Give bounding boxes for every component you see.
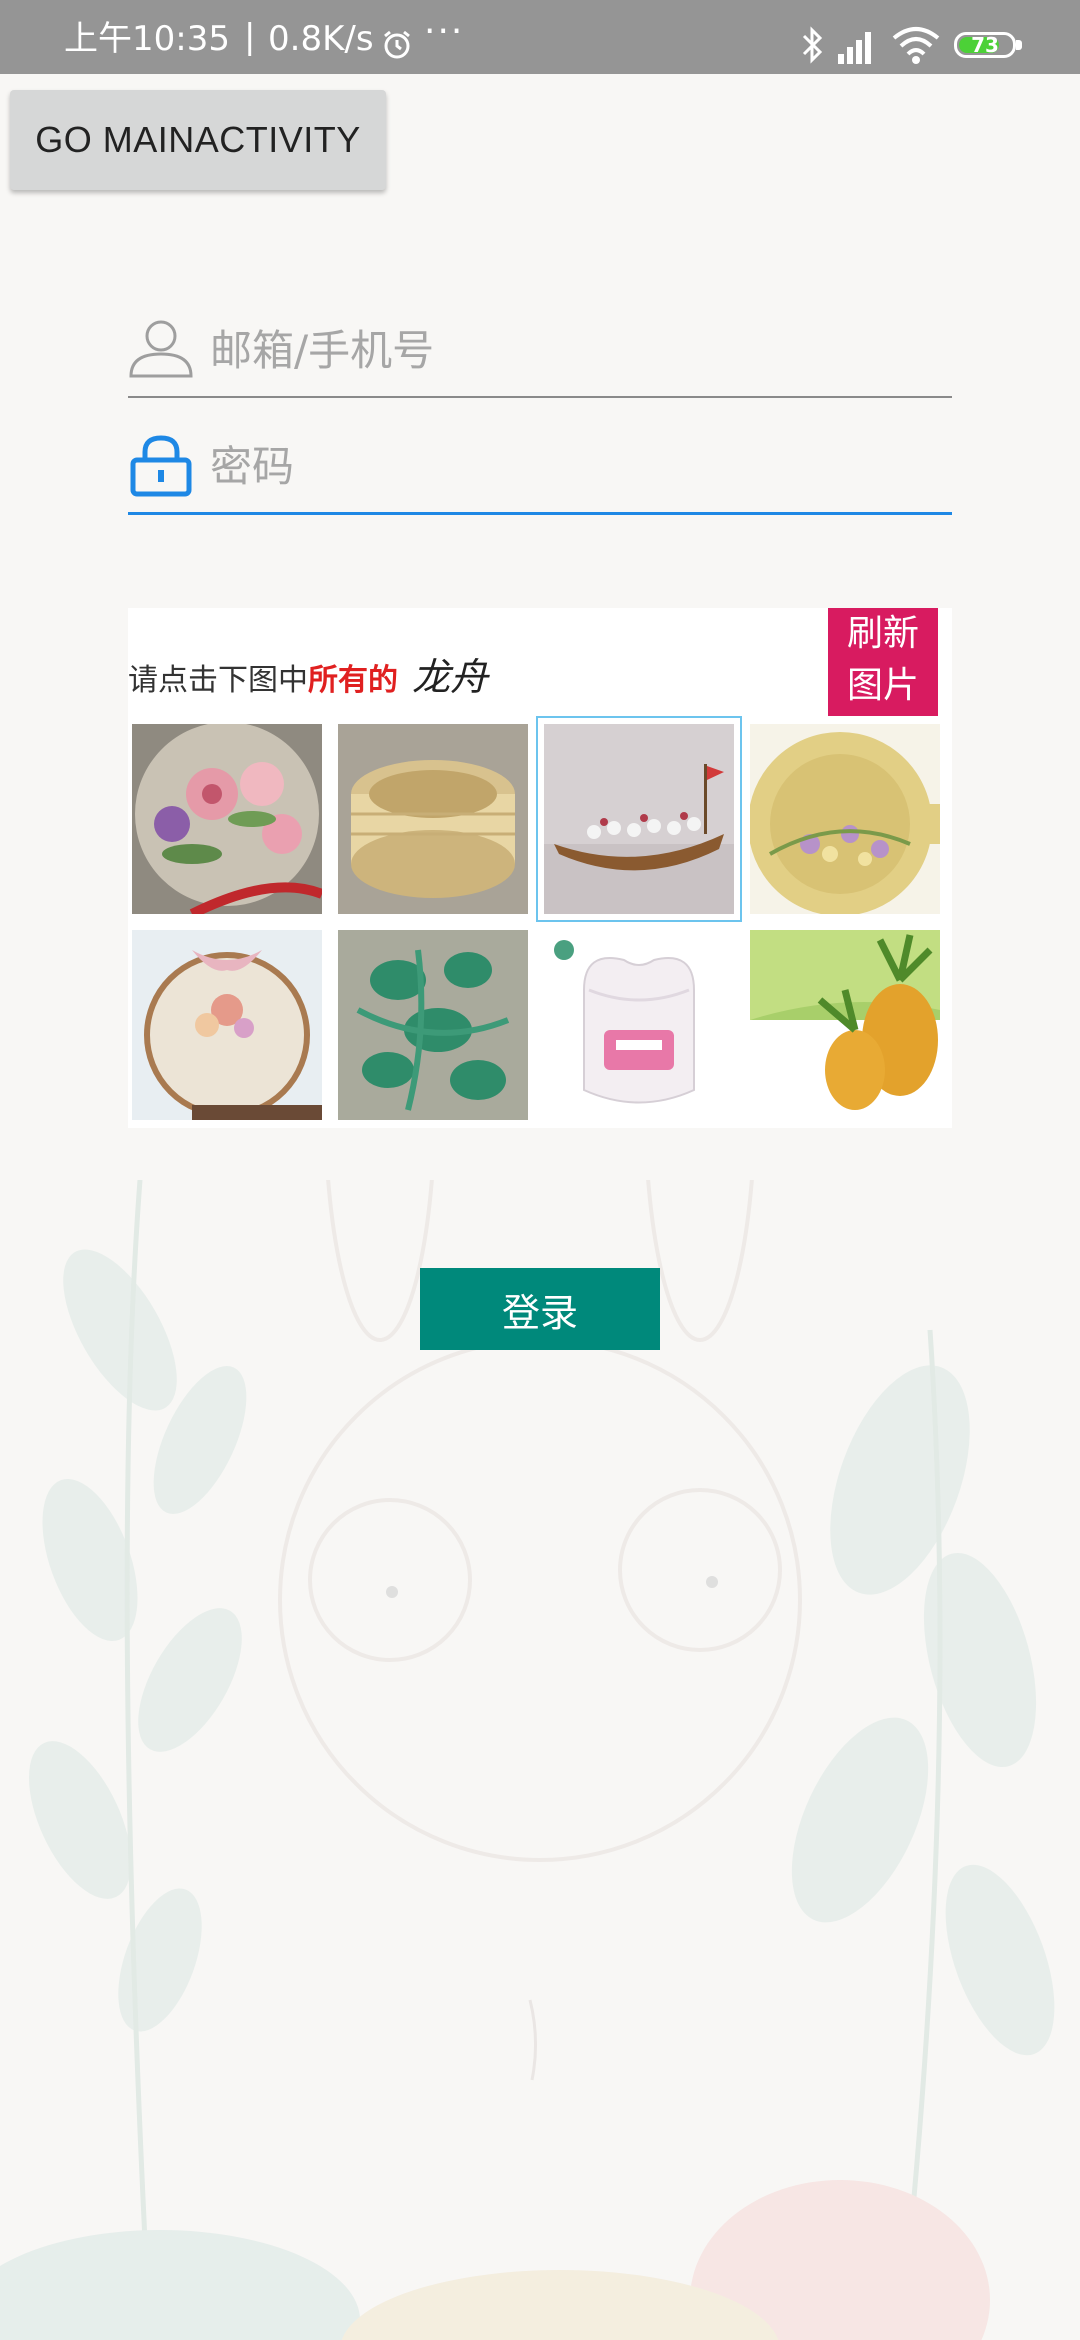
battery-icon: 73	[954, 32, 1016, 58]
captcha-header: 请点击下图中所有的 龙舟 刷新 图片	[128, 608, 952, 718]
captcha-tile-green-embroidery[interactable]	[338, 930, 528, 1120]
captcha-tile-bamboo-steamer[interactable]	[338, 724, 528, 914]
refresh-label-line2: 图片	[846, 665, 919, 706]
image-captcha: 请点击下图中所有的 龙舟 刷新 图片	[128, 608, 952, 1128]
refresh-image-button[interactable]: 刷新 图片	[828, 608, 938, 716]
background-illustration	[0, 1180, 1055, 2340]
captcha-keyword: 龙舟	[412, 655, 489, 699]
bluetooth-icon	[802, 26, 823, 64]
captcha-tile-pineapple[interactable]	[750, 930, 940, 1120]
captcha-tile-embroidery-flowers[interactable]	[132, 724, 322, 914]
password-placeholder: 密码	[210, 442, 295, 491]
status-time: 上午10:35	[64, 19, 230, 59]
more-notifications-icon: ···	[424, 11, 465, 52]
lock-icon	[130, 435, 192, 497]
status-separator: |	[244, 17, 256, 57]
captcha-instruction-prefix: 请点击下图中	[128, 663, 308, 698]
refresh-label-line1: 刷新	[846, 613, 919, 654]
login-button[interactable]: 登录	[420, 1268, 660, 1350]
captcha-instruction-highlight: 所有的	[308, 663, 398, 698]
email-phone-field[interactable]: 邮箱/手机号	[128, 316, 952, 398]
captcha-tile-cotton-swab-box[interactable]	[544, 930, 734, 1120]
network-speed: 0.8K/s	[268, 19, 374, 59]
signal-icon	[838, 32, 871, 64]
captcha-tile-gold-plate-flowers[interactable]	[750, 724, 940, 914]
battery-tip	[1016, 40, 1022, 50]
status-bar: 上午10:35 | 0.8K/s ··· 73	[0, 0, 1080, 74]
alarm-icon	[384, 30, 410, 59]
email-phone-placeholder: 邮箱/手机号	[210, 326, 435, 375]
password-field[interactable]: 密码	[128, 432, 952, 515]
user-icon	[129, 320, 193, 378]
captcha-tile-embroidery-hoop[interactable]	[132, 930, 322, 1120]
captcha-instruction: 请点击下图中所有的 龙舟	[128, 646, 488, 701]
battery-percent: 73	[971, 33, 999, 57]
captcha-tile-dragon-boat[interactable]	[536, 716, 742, 922]
go-mainactivity-button[interactable]: GO MAINACTIVITY	[10, 90, 386, 190]
wifi-icon	[892, 27, 940, 64]
